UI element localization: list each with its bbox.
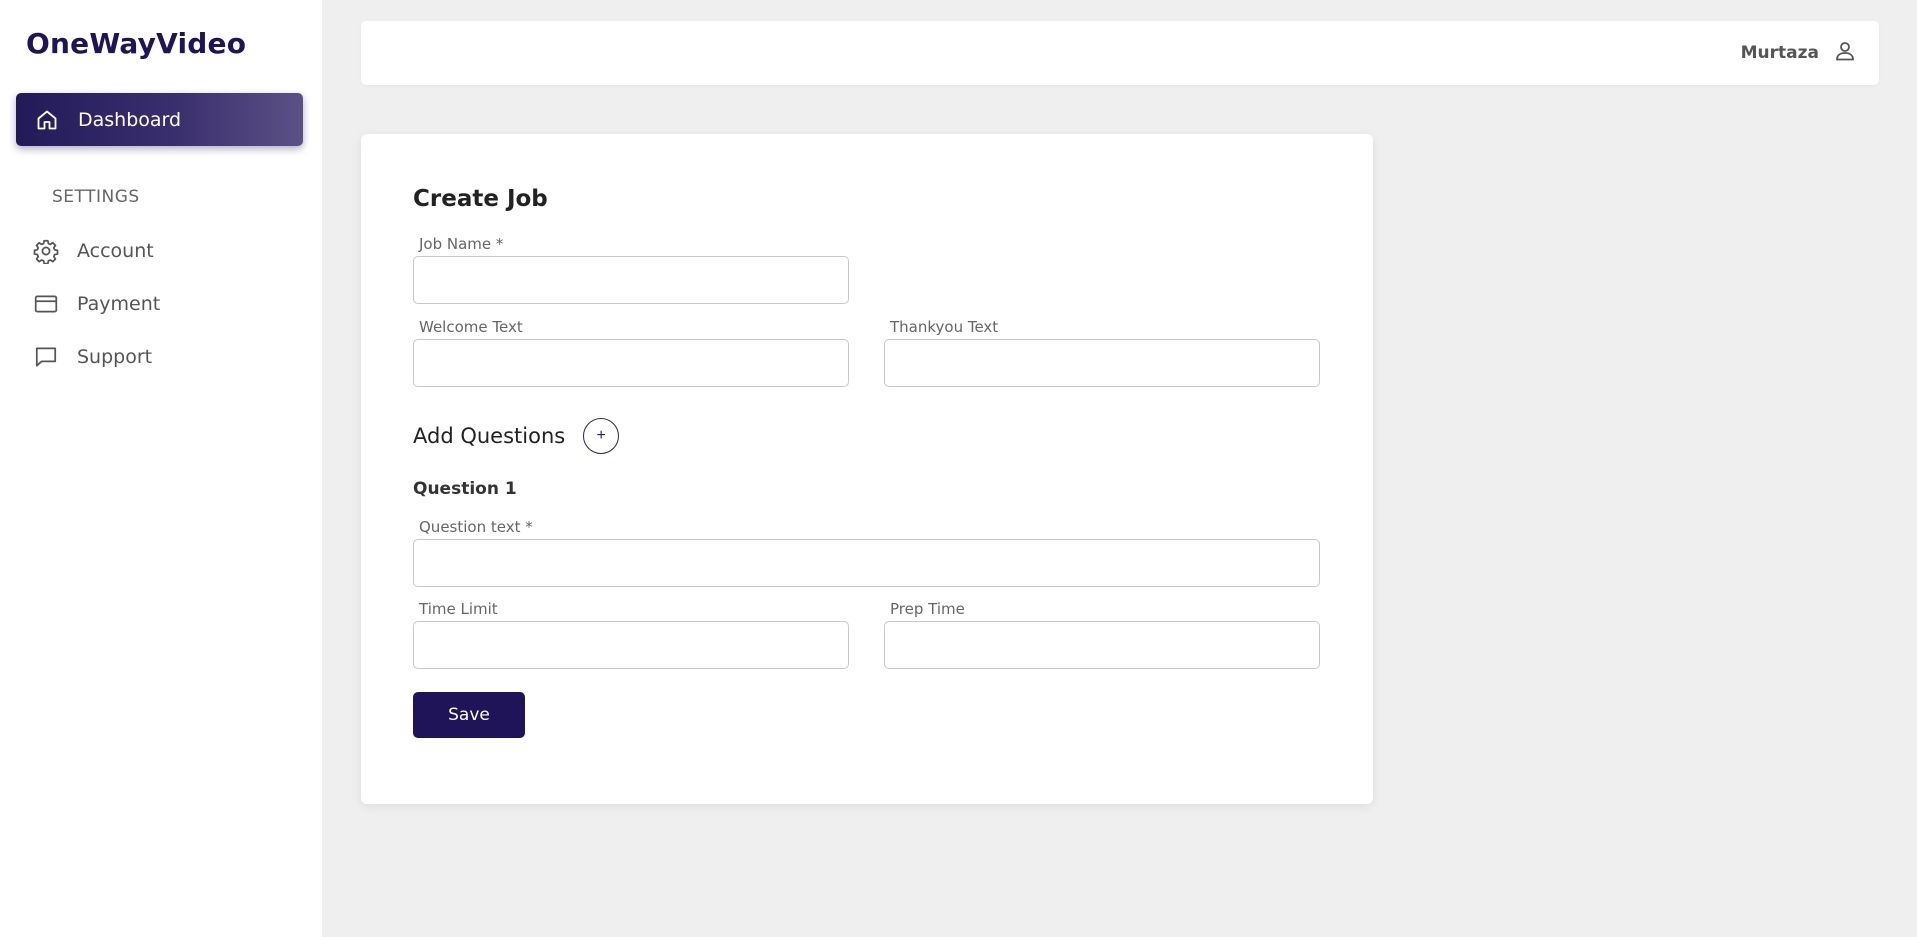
sidebar-item-label: Payment <box>77 293 161 315</box>
sidebar-item-dashboard[interactable]: Dashboard <box>16 93 303 146</box>
page-title: Create Job <box>413 186 548 212</box>
settings-section-label: SETTINGS <box>52 187 140 207</box>
job-name-label: Job Name * <box>419 235 504 253</box>
prep-time-input[interactable] <box>884 621 1320 669</box>
home-icon <box>34 107 60 133</box>
sidebar-item-account[interactable]: Account <box>32 233 292 269</box>
sidebar-item-support[interactable]: Support <box>32 339 292 375</box>
chat-icon <box>32 343 60 371</box>
question-title: Question 1 <box>413 479 517 499</box>
add-questions-row: Add Questions + <box>413 418 620 454</box>
welcome-text-label: Welcome Text <box>419 318 523 336</box>
sidebar-item-label: Support <box>77 346 153 368</box>
create-job-card: Create Job Job Name * Welcome Text Thank… <box>361 134 1373 804</box>
gear-icon <box>32 237 60 265</box>
user-menu[interactable]: Murtaza <box>1741 21 1857 85</box>
thankyou-text-label: Thankyou Text <box>890 318 999 336</box>
top-bar: Murtaza <box>361 21 1879 85</box>
welcome-text-input[interactable] <box>413 339 849 387</box>
time-limit-label: Time Limit <box>419 600 498 618</box>
job-name-input[interactable] <box>413 256 849 304</box>
user-name: Murtaza <box>1740 43 1819 63</box>
question-text-input[interactable] <box>413 539 1320 587</box>
add-question-button[interactable]: + <box>583 418 620 454</box>
brand-logo[interactable]: OneWayVideo <box>26 27 246 60</box>
sidebar: OneWayVideo Dashboard SETTINGS Account P… <box>0 0 322 937</box>
question-text-label: Question text * <box>419 518 533 536</box>
credit-card-icon <box>32 290 60 318</box>
time-limit-input[interactable] <box>413 621 849 669</box>
user-icon <box>1833 39 1857 67</box>
sidebar-item-label: Account <box>77 240 154 262</box>
sidebar-item-payment[interactable]: Payment <box>32 286 292 322</box>
add-questions-label: Add Questions <box>413 424 566 448</box>
thankyou-text-input[interactable] <box>884 339 1320 387</box>
prep-time-label: Prep Time <box>890 600 965 618</box>
save-button[interactable]: Save <box>413 692 525 738</box>
sidebar-item-label: Dashboard <box>78 108 182 131</box>
